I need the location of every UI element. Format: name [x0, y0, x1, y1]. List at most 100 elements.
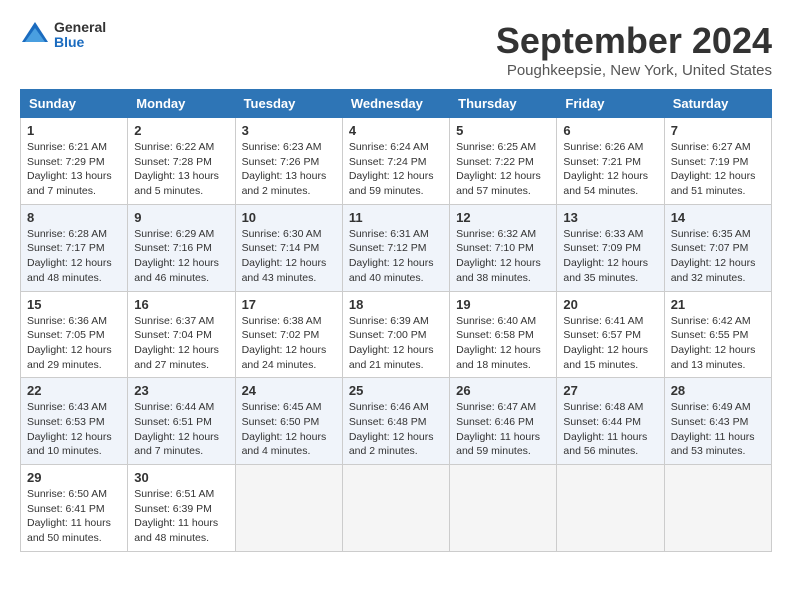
- calendar-cell: 6 Sunrise: 6:26 AM Sunset: 7:21 PM Dayli…: [557, 118, 664, 205]
- day-number: 16: [134, 297, 228, 312]
- day-number: 7: [671, 123, 765, 138]
- sunset: Sunset: 7:19 PM: [671, 156, 749, 168]
- sunrise: Sunrise: 6:37 AM: [134, 315, 214, 327]
- cell-content: Sunrise: 6:48 AM Sunset: 6:44 PM Dayligh…: [563, 400, 657, 459]
- daylight: Daylight: 13 hours and 2 minutes.: [242, 170, 327, 197]
- sunset: Sunset: 6:44 PM: [563, 416, 641, 428]
- sunrise: Sunrise: 6:32 AM: [456, 228, 536, 240]
- daylight: Daylight: 12 hours and 59 minutes.: [349, 170, 434, 197]
- calendar-cell: 7 Sunrise: 6:27 AM Sunset: 7:19 PM Dayli…: [664, 118, 771, 205]
- sunset: Sunset: 6:39 PM: [134, 503, 212, 515]
- sunrise: Sunrise: 6:25 AM: [456, 141, 536, 153]
- sunset: Sunset: 6:43 PM: [671, 416, 749, 428]
- day-number: 13: [563, 210, 657, 225]
- sunrise: Sunrise: 6:48 AM: [563, 401, 643, 413]
- daylight: Daylight: 12 hours and 4 minutes.: [242, 431, 327, 458]
- sunset: Sunset: 6:50 PM: [242, 416, 320, 428]
- sunrise: Sunrise: 6:49 AM: [671, 401, 751, 413]
- daylight: Daylight: 12 hours and 2 minutes.: [349, 431, 434, 458]
- week-row-1: 1 Sunrise: 6:21 AM Sunset: 7:29 PM Dayli…: [21, 118, 772, 205]
- daylight: Daylight: 12 hours and 51 minutes.: [671, 170, 756, 197]
- day-number: 11: [349, 210, 443, 225]
- calendar-cell: 11 Sunrise: 6:31 AM Sunset: 7:12 PM Dayl…: [342, 204, 449, 291]
- sunrise: Sunrise: 6:21 AM: [27, 141, 107, 153]
- day-number: 18: [349, 297, 443, 312]
- calendar-cell: 1 Sunrise: 6:21 AM Sunset: 7:29 PM Dayli…: [21, 118, 128, 205]
- calendar-cell: 26 Sunrise: 6:47 AM Sunset: 6:46 PM Dayl…: [450, 378, 557, 465]
- sunset: Sunset: 7:12 PM: [349, 242, 427, 254]
- daylight: Daylight: 12 hours and 57 minutes.: [456, 170, 541, 197]
- sunset: Sunset: 7:22 PM: [456, 156, 534, 168]
- cell-content: Sunrise: 6:51 AM Sunset: 6:39 PM Dayligh…: [134, 487, 228, 546]
- calendar-cell: [342, 465, 449, 552]
- logo: General Blue: [20, 20, 106, 51]
- cell-content: Sunrise: 6:27 AM Sunset: 7:19 PM Dayligh…: [671, 140, 765, 199]
- day-number: 4: [349, 123, 443, 138]
- cell-content: Sunrise: 6:23 AM Sunset: 7:26 PM Dayligh…: [242, 140, 336, 199]
- cell-content: Sunrise: 6:41 AM Sunset: 6:57 PM Dayligh…: [563, 314, 657, 373]
- day-number: 2: [134, 123, 228, 138]
- daylight: Daylight: 12 hours and 54 minutes.: [563, 170, 648, 197]
- cell-content: Sunrise: 6:36 AM Sunset: 7:05 PM Dayligh…: [27, 314, 121, 373]
- cell-content: Sunrise: 6:40 AM Sunset: 6:58 PM Dayligh…: [456, 314, 550, 373]
- calendar-table: SundayMondayTuesdayWednesdayThursdayFrid…: [20, 89, 772, 552]
- calendar-header: SundayMondayTuesdayWednesdayThursdayFrid…: [21, 90, 772, 118]
- sunrise: Sunrise: 6:40 AM: [456, 315, 536, 327]
- sunrise: Sunrise: 6:43 AM: [27, 401, 107, 413]
- day-number: 22: [27, 383, 121, 398]
- sunset: Sunset: 7:09 PM: [563, 242, 641, 254]
- calendar-cell: 27 Sunrise: 6:48 AM Sunset: 6:44 PM Dayl…: [557, 378, 664, 465]
- sunrise: Sunrise: 6:51 AM: [134, 488, 214, 500]
- calendar-cell: [235, 465, 342, 552]
- logo-icon: [20, 20, 50, 50]
- daylight: Daylight: 12 hours and 15 minutes.: [563, 344, 648, 371]
- sunrise: Sunrise: 6:29 AM: [134, 228, 214, 240]
- day-number: 5: [456, 123, 550, 138]
- day-header-saturday: Saturday: [664, 90, 771, 118]
- cell-content: Sunrise: 6:35 AM Sunset: 7:07 PM Dayligh…: [671, 227, 765, 286]
- day-number: 3: [242, 123, 336, 138]
- week-row-3: 15 Sunrise: 6:36 AM Sunset: 7:05 PM Dayl…: [21, 291, 772, 378]
- day-number: 28: [671, 383, 765, 398]
- sunset: Sunset: 7:07 PM: [671, 242, 749, 254]
- day-number: 25: [349, 383, 443, 398]
- cell-content: Sunrise: 6:42 AM Sunset: 6:55 PM Dayligh…: [671, 314, 765, 373]
- day-header-sunday: Sunday: [21, 90, 128, 118]
- calendar-cell: 2 Sunrise: 6:22 AM Sunset: 7:28 PM Dayli…: [128, 118, 235, 205]
- calendar-cell: 8 Sunrise: 6:28 AM Sunset: 7:17 PM Dayli…: [21, 204, 128, 291]
- sunrise: Sunrise: 6:42 AM: [671, 315, 751, 327]
- cell-content: Sunrise: 6:44 AM Sunset: 6:51 PM Dayligh…: [134, 400, 228, 459]
- day-number: 15: [27, 297, 121, 312]
- cell-content: Sunrise: 6:24 AM Sunset: 7:24 PM Dayligh…: [349, 140, 443, 199]
- page-header: General Blue September 2024 Poughkeepsie…: [20, 20, 772, 79]
- day-number: 9: [134, 210, 228, 225]
- sunrise: Sunrise: 6:23 AM: [242, 141, 322, 153]
- cell-content: Sunrise: 6:32 AM Sunset: 7:10 PM Dayligh…: [456, 227, 550, 286]
- calendar-cell: 10 Sunrise: 6:30 AM Sunset: 7:14 PM Dayl…: [235, 204, 342, 291]
- day-number: 1: [27, 123, 121, 138]
- cell-content: Sunrise: 6:31 AM Sunset: 7:12 PM Dayligh…: [349, 227, 443, 286]
- sunrise: Sunrise: 6:41 AM: [563, 315, 643, 327]
- daylight: Daylight: 12 hours and 29 minutes.: [27, 344, 112, 371]
- calendar-cell: 17 Sunrise: 6:38 AM Sunset: 7:02 PM Dayl…: [235, 291, 342, 378]
- cell-content: Sunrise: 6:33 AM Sunset: 7:09 PM Dayligh…: [563, 227, 657, 286]
- week-row-4: 22 Sunrise: 6:43 AM Sunset: 6:53 PM Dayl…: [21, 378, 772, 465]
- sunrise: Sunrise: 6:45 AM: [242, 401, 322, 413]
- cell-content: Sunrise: 6:30 AM Sunset: 7:14 PM Dayligh…: [242, 227, 336, 286]
- cell-content: Sunrise: 6:47 AM Sunset: 6:46 PM Dayligh…: [456, 400, 550, 459]
- calendar-cell: 21 Sunrise: 6:42 AM Sunset: 6:55 PM Dayl…: [664, 291, 771, 378]
- calendar-cell: 13 Sunrise: 6:33 AM Sunset: 7:09 PM Dayl…: [557, 204, 664, 291]
- day-number: 27: [563, 383, 657, 398]
- sunset: Sunset: 7:26 PM: [242, 156, 320, 168]
- location: Poughkeepsie, New York, United States: [496, 62, 772, 79]
- sunrise: Sunrise: 6:27 AM: [671, 141, 751, 153]
- logo-text: General Blue: [54, 20, 106, 51]
- sunrise: Sunrise: 6:44 AM: [134, 401, 214, 413]
- daylight: Daylight: 12 hours and 38 minutes.: [456, 257, 541, 284]
- sunset: Sunset: 7:02 PM: [242, 329, 320, 341]
- sunset: Sunset: 6:41 PM: [27, 503, 105, 515]
- sunrise: Sunrise: 6:30 AM: [242, 228, 322, 240]
- sunrise: Sunrise: 6:24 AM: [349, 141, 429, 153]
- logo-blue: Blue: [54, 35, 106, 50]
- week-row-5: 29 Sunrise: 6:50 AM Sunset: 6:41 PM Dayl…: [21, 465, 772, 552]
